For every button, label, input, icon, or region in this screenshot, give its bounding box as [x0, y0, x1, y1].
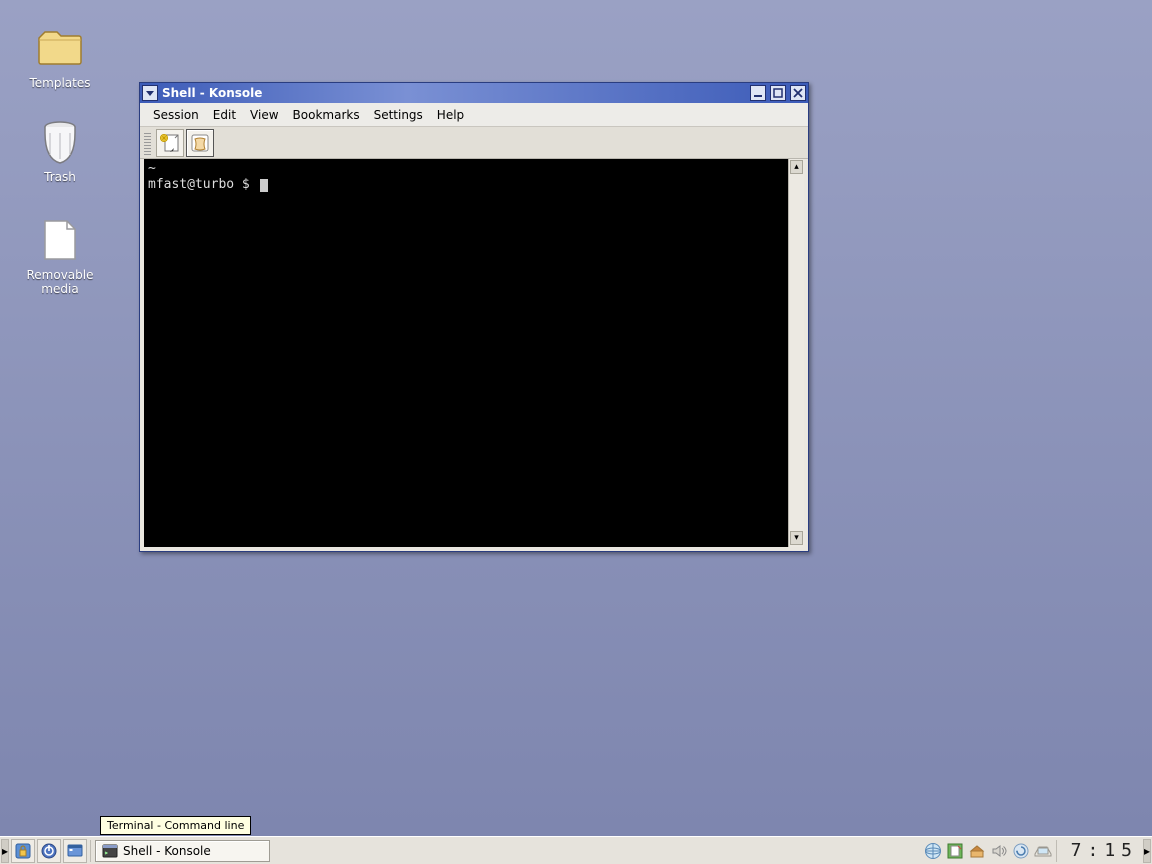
menu-edit[interactable]: Edit — [206, 105, 243, 125]
scroll-down-button[interactable]: ▾ — [790, 531, 803, 545]
taskbar: ▸ Shell - Konsole — [0, 836, 1152, 864]
desktop-icon-removable-media[interactable]: Removable media — [12, 216, 108, 296]
taskbar-expander-right[interactable]: ▸ — [1143, 839, 1151, 863]
menu-session[interactable]: Session — [146, 105, 206, 125]
folder-icon — [36, 24, 84, 72]
terminal-cursor — [260, 179, 268, 192]
menu-view[interactable]: View — [243, 105, 285, 125]
taskbar-expander-left[interactable]: ▸ — [1, 839, 9, 863]
quicklaunch — [10, 837, 88, 864]
system-tray — [922, 837, 1054, 864]
tray-updates-icon[interactable] — [1011, 841, 1031, 861]
window-menu-button[interactable] — [142, 85, 158, 101]
tab-shell-button[interactable] — [186, 129, 214, 157]
toolbar-grip[interactable] — [144, 131, 151, 155]
terminal-prompt: mfast@turbo $ — [148, 177, 258, 192]
tray-network-icon[interactable] — [923, 841, 943, 861]
toolbar — [140, 127, 808, 159]
terminal-output[interactable]: ~ mfast@turbo $ — [144, 159, 788, 547]
terminal-icon — [102, 843, 118, 859]
window-title: Shell - Konsole — [160, 86, 748, 100]
taskbar-clock[interactable]: 7:15 — [1059, 840, 1142, 861]
tray-volume-icon[interactable] — [989, 841, 1009, 861]
menu-bookmarks[interactable]: Bookmarks — [286, 105, 367, 125]
close-button[interactable] — [790, 85, 806, 101]
separator — [90, 840, 91, 862]
desktop-icon-label: Trash — [12, 170, 108, 184]
lock-screen-button[interactable] — [11, 839, 35, 863]
tray-display-icon[interactable] — [1033, 841, 1053, 861]
desktop-icon-templates[interactable]: Templates — [12, 24, 108, 90]
konsole-window: Shell - Konsole Session Edit View Bookma… — [139, 82, 809, 552]
trash-icon — [36, 118, 84, 166]
window-titlebar[interactable]: Shell - Konsole — [140, 83, 808, 103]
menu-help[interactable]: Help — [430, 105, 471, 125]
desktop-icon-trash[interactable]: Trash — [12, 118, 108, 184]
minimize-button[interactable] — [750, 85, 766, 101]
separator — [1056, 840, 1057, 862]
terminal-line: ~ — [148, 161, 156, 176]
taskbar-entry-label: Shell - Konsole — [123, 844, 211, 858]
new-tab-button[interactable] — [156, 129, 184, 157]
tray-clipboard-icon[interactable] — [945, 841, 965, 861]
menu-settings[interactable]: Settings — [367, 105, 430, 125]
desktop-icon-label: Templates — [12, 76, 108, 90]
tooltip: Terminal - Command line — [100, 816, 251, 835]
logout-button[interactable] — [37, 839, 61, 863]
maximize-button[interactable] — [770, 85, 786, 101]
show-desktop-button[interactable] — [63, 839, 87, 863]
scroll-up-button[interactable]: ▴ — [790, 160, 803, 174]
page-icon — [36, 216, 84, 264]
tray-home-icon[interactable] — [967, 841, 987, 861]
desktop-icon-label: Removable media — [12, 268, 108, 296]
menu-bar: Session Edit View Bookmarks Settings Hel… — [140, 103, 808, 127]
terminal-container: ~ mfast@turbo $ ▴ ▾ — [144, 159, 804, 547]
taskbar-entry-konsole[interactable]: Shell - Konsole — [95, 840, 270, 862]
vertical-scrollbar[interactable]: ▴ ▾ — [788, 159, 804, 547]
